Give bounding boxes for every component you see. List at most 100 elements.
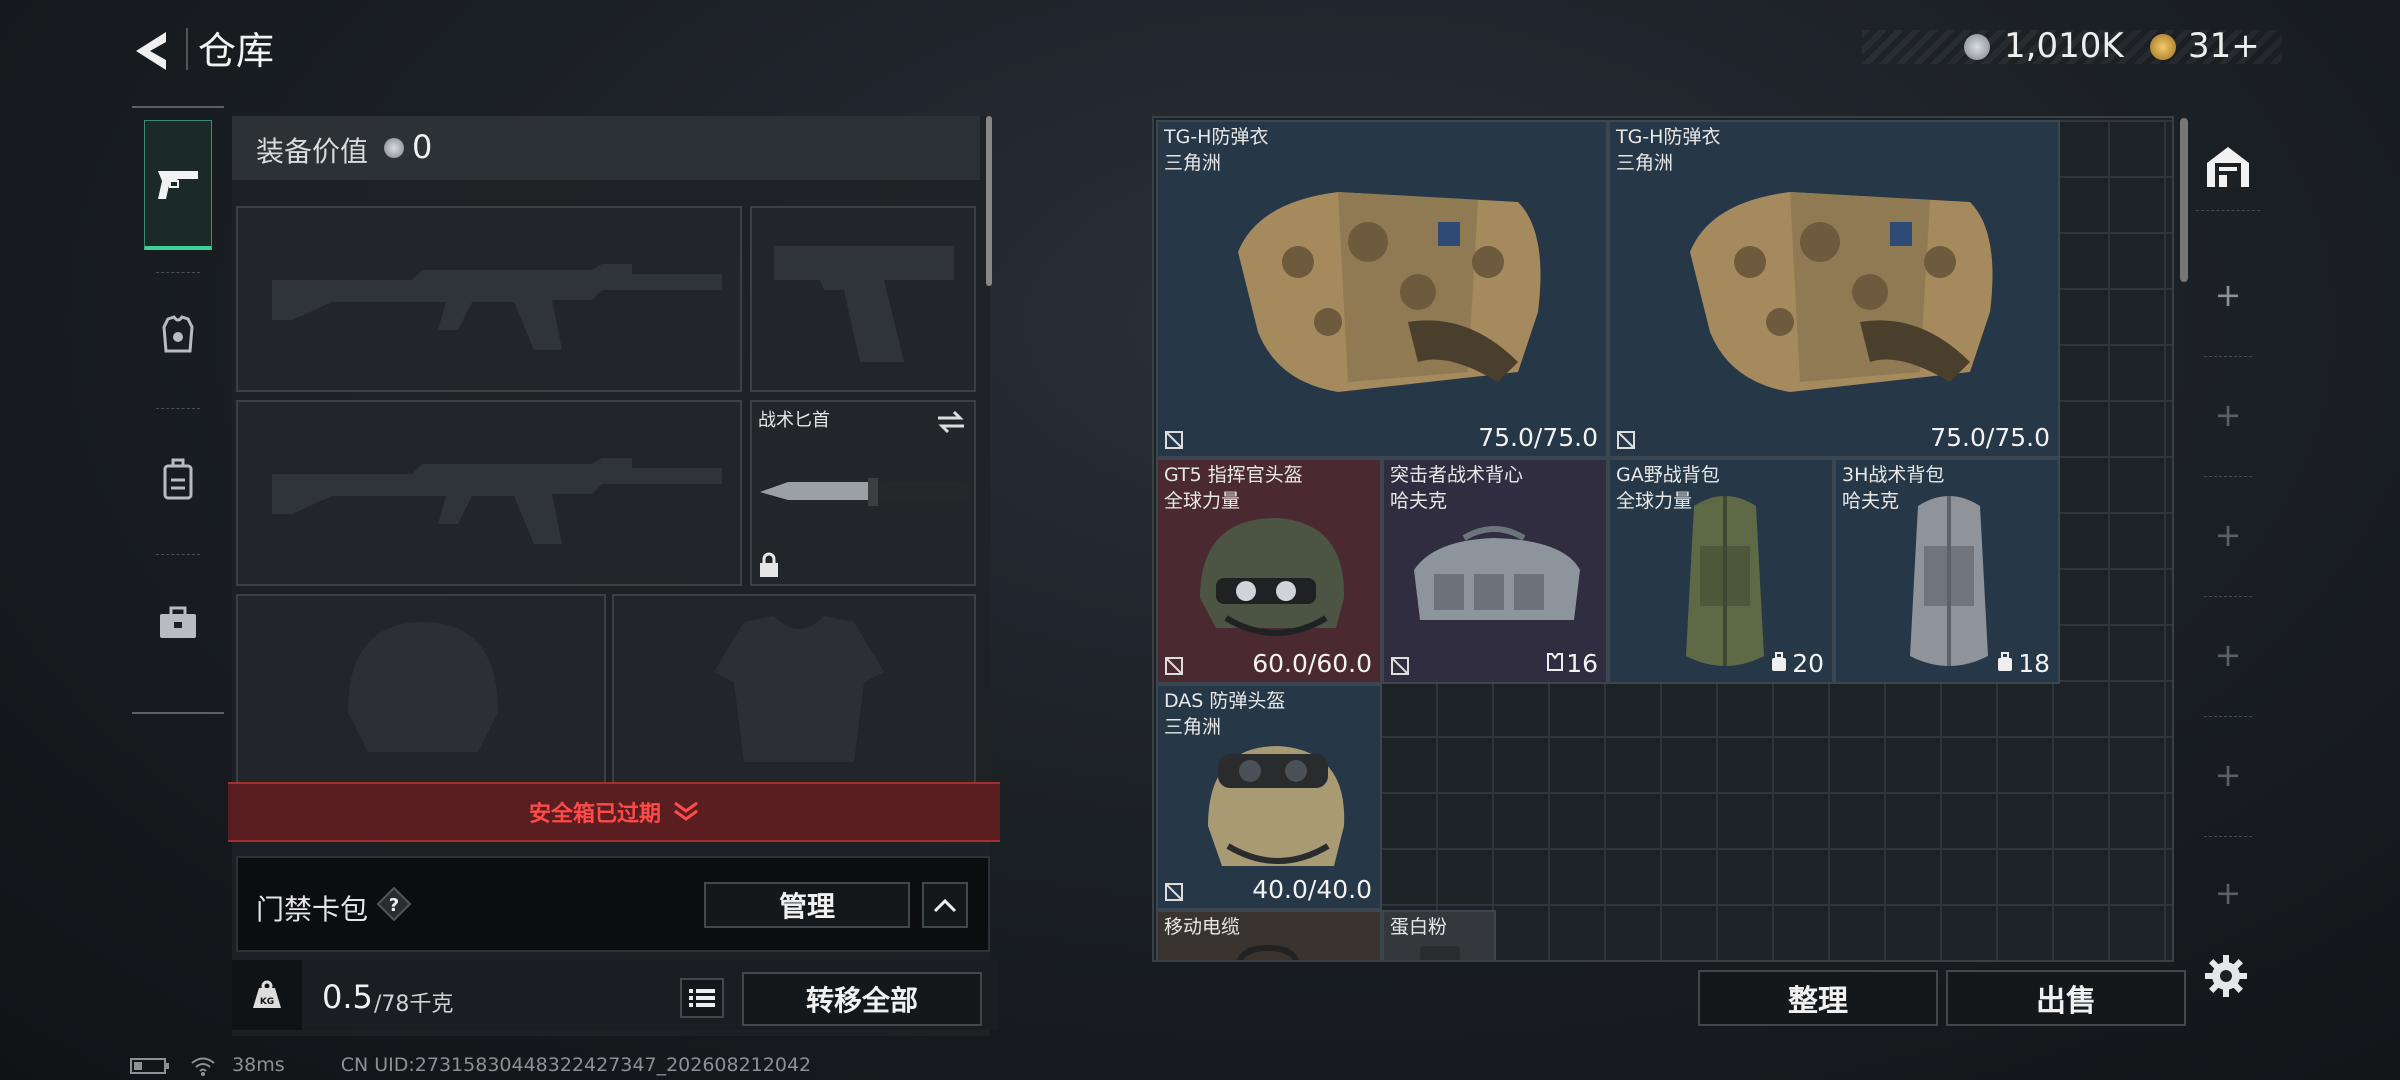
equip-value-bar: 装备价值 0	[232, 116, 980, 180]
silver-coin-icon	[1964, 34, 1990, 60]
item-name: GA野战背包	[1616, 464, 1720, 486]
list-view-button[interactable]	[680, 978, 724, 1018]
page-title: 仓库	[198, 29, 275, 73]
backpack-capacity-icon	[1998, 652, 2012, 671]
tab-case[interactable]	[144, 558, 212, 688]
weight-bar: KG 0.5 /78千克 转移全部	[232, 960, 998, 1030]
currency-gold-value[interactable]: 31+	[2188, 26, 2260, 66]
tab-weapons[interactable]	[144, 120, 212, 250]
chevron-down-icon	[674, 801, 698, 821]
armor-icon	[162, 315, 194, 353]
wifi-icon	[191, 1057, 215, 1076]
pistol-silhouette-icon	[774, 246, 954, 362]
item-name: 3H战术背包	[1842, 464, 1945, 486]
secondary-weapon-slot[interactable]	[236, 400, 742, 586]
tab-armor[interactable]	[144, 270, 212, 400]
settings-button[interactable]	[2204, 954, 2248, 1002]
helmet-slot[interactable]	[236, 594, 606, 784]
storage-item-cable[interactable]: 移动电缆	[1156, 910, 1382, 960]
backpack-capacity-icon	[1772, 652, 1786, 671]
toolbox-icon	[160, 606, 196, 638]
backpack-icon	[1686, 496, 1764, 666]
vest-capacity-icon	[1547, 653, 1563, 671]
helmet-icon	[1208, 746, 1345, 866]
storage-item-chest-rig[interactable]: 突击者战术背心 哈夫克 16	[1382, 458, 1608, 684]
body-armor-icon	[1690, 192, 1993, 392]
uid-text: CN UID:27315830448322427347_202608212042	[340, 1054, 812, 1076]
add-storage-tab-button[interactable]: +	[2196, 396, 2260, 434]
collapse-button[interactable]	[922, 882, 968, 928]
safe-box-expired-text: 安全箱已过期	[528, 802, 661, 827]
storage-item-backpack-ga[interactable]: GA野战背包 全球力量 20	[1608, 458, 1834, 684]
swap-icon[interactable]	[936, 410, 966, 434]
storage-item-armor-2[interactable]: TG-H防弹衣 三角洲 75.0/75.0	[1608, 120, 2060, 458]
add-storage-tab-button[interactable]: +	[2196, 636, 2260, 674]
no-insurance-icon	[1165, 431, 1183, 449]
item-brand: 三角洲	[1616, 152, 1674, 174]
backpack-icon	[163, 458, 193, 500]
gold-coin-icon	[2150, 34, 2176, 60]
title-divider	[186, 28, 188, 70]
add-storage-tab-button[interactable]: +	[2196, 516, 2260, 554]
svg-text:?: ?	[389, 895, 399, 916]
body-armor-icon	[1238, 192, 1541, 392]
melee-slot[interactable]: 战术匕首	[750, 400, 976, 586]
back-button[interactable]	[130, 28, 176, 74]
currency-silver-value: 1,010K	[2004, 26, 2124, 66]
storage-item-protein[interactable]: 蛋白粉	[1382, 910, 1496, 960]
chevron-up-icon	[933, 898, 957, 913]
lock-icon	[760, 552, 778, 577]
cable-icon	[1236, 944, 1300, 960]
item-name: TG-H防弹衣	[1616, 126, 1721, 148]
tab-backpack[interactable]	[144, 414, 212, 544]
storage-tab-home[interactable]	[2196, 122, 2260, 211]
primary-weapon-slot[interactable]	[236, 206, 742, 392]
loadout-sidebar	[132, 106, 224, 714]
item-brand: 哈夫克	[1390, 490, 1448, 512]
silver-coin-icon	[384, 138, 404, 158]
item-name: GT5 指挥官头盔	[1164, 464, 1303, 486]
storage-item-helmet-gt5[interactable]: GT5 指挥官头盔 全球力量 60.0/60.0	[1156, 458, 1382, 684]
item-name: 蛋白粉	[1390, 916, 1448, 938]
helmet-silhouette-icon	[348, 622, 498, 752]
storage-item-armor-1[interactable]: TG-H防弹衣 三角洲 75.0/75.0	[1156, 120, 1608, 458]
pistol-icon	[158, 170, 198, 199]
battery-icon	[130, 1057, 169, 1074]
safe-box-expired-banner[interactable]: 安全箱已过期	[228, 782, 1000, 842]
sort-button[interactable]: 整理	[1698, 970, 1938, 1026]
manage-button[interactable]: 管理	[704, 882, 910, 928]
transfer-all-button[interactable]: 转移全部	[742, 972, 982, 1026]
status-bar: 38ms CN UID:27315830448322427347_2026082…	[130, 1054, 811, 1076]
item-name: 突击者战术背心	[1390, 464, 1524, 486]
list-icon	[689, 989, 715, 1007]
storage-item-helmet-das[interactable]: DAS 防弹头盔 三角洲 40.0/40.0	[1156, 684, 1382, 910]
item-capacity: 18	[2018, 649, 2050, 678]
storage-scrollbar[interactable]	[2180, 118, 2188, 282]
question-icon[interactable]: ?	[376, 886, 412, 922]
access-card-bar: 门禁卡包 ? 管理	[236, 856, 990, 952]
rifle-silhouette-icon	[272, 458, 722, 544]
no-insurance-icon	[1165, 657, 1183, 675]
item-brand: 哈夫克	[1842, 490, 1900, 512]
item-durability: 75.0/75.0	[1930, 423, 2050, 452]
add-storage-tab-button[interactable]: +	[2196, 756, 2260, 794]
svg-text:KG: KG	[260, 997, 274, 1007]
sidearm-slot[interactable]	[750, 206, 976, 392]
item-durability: 60.0/60.0	[1252, 649, 1372, 678]
add-storage-tab-button[interactable]: +	[2196, 276, 2260, 314]
chest-rig-icon	[1414, 526, 1580, 620]
gear-icon	[2205, 955, 2247, 997]
add-storage-tab-button[interactable]: +	[2196, 874, 2260, 912]
loadout-scrollbar[interactable]	[986, 116, 992, 286]
sell-button[interactable]: 出售	[1946, 970, 2186, 1026]
armor-slot[interactable]	[612, 594, 976, 784]
weight-icon: KG	[232, 960, 302, 1030]
no-insurance-icon	[1391, 657, 1409, 675]
backpack-icon	[1910, 496, 1988, 666]
equip-value: 0	[412, 128, 433, 166]
vest-silhouette-icon	[714, 616, 884, 762]
item-brand: 三角洲	[1164, 152, 1222, 174]
weight-value: 0.5	[322, 978, 373, 1016]
item-name: 移动电缆	[1164, 916, 1241, 938]
storage-item-backpack-3h[interactable]: 3H战术背包 哈夫克 18	[1834, 458, 2060, 684]
